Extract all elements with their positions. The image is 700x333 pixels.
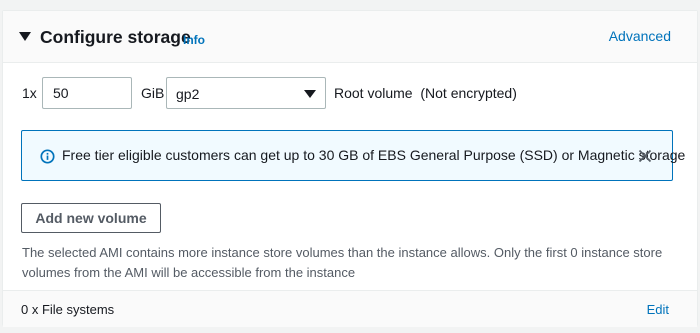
advanced-link[interactable]: Advanced bbox=[609, 28, 671, 44]
panel-title: Configure storage bbox=[40, 27, 191, 47]
volume-unit-label: GiB bbox=[141, 85, 165, 101]
info-circle-icon bbox=[40, 149, 55, 164]
edit-file-systems-link[interactable]: Edit bbox=[647, 302, 669, 317]
info-link[interactable]: Info bbox=[183, 33, 205, 47]
root-volume-label: Root volume (Not encrypted) bbox=[334, 85, 517, 101]
free-tier-alert: Free tier eligible customers can get up … bbox=[21, 130, 685, 181]
collapse-caret-icon[interactable] bbox=[19, 32, 31, 41]
volume-row: 1x GiB gp2 Root volume (Not encrypted) bbox=[3, 77, 697, 109]
dropdown-arrow-icon bbox=[304, 90, 316, 98]
add-new-volume-button[interactable]: Add new volume bbox=[21, 203, 161, 233]
close-icon[interactable] bbox=[638, 149, 652, 163]
volume-type-select[interactable]: gp2 bbox=[166, 77, 326, 109]
file-systems-label: 0 x File systems bbox=[21, 302, 115, 317]
panel-header: Configure storage Info Advanced bbox=[3, 11, 697, 63]
configure-storage-panel: Configure storage Info Advanced 1x GiB g… bbox=[2, 10, 698, 327]
file-systems-row: 0 x File systems Edit bbox=[3, 290, 697, 327]
volume-count-label: 1x bbox=[22, 85, 37, 101]
alert-message: Free tier eligible customers can get up … bbox=[62, 147, 686, 163]
instance-store-note: The selected AMI contains more instance … bbox=[22, 245, 663, 280]
volume-size-input[interactable] bbox=[42, 77, 132, 109]
volume-type-value: gp2 bbox=[176, 86, 200, 102]
